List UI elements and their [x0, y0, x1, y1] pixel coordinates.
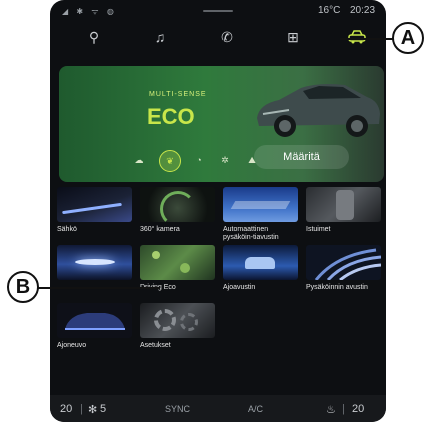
tile-istuimet[interactable]: Istuimet: [306, 187, 381, 234]
parking-assist-thumbnail: [223, 187, 298, 222]
seats-thumbnail: [306, 187, 381, 222]
sport-gauge-icon[interactable]: ◔: [189, 150, 209, 170]
status-bar: ◢ ✱ ᯤ ◍ 16°C 20:23: [50, 0, 386, 20]
outside-temperature: 16°C: [318, 5, 341, 16]
status-signal-icons: ◢ ✱ ᯤ ◍: [62, 7, 117, 16]
define-button[interactable]: Määritä: [254, 145, 349, 169]
drive-mode-title: ECO: [147, 104, 195, 129]
settings-thumbnail: [140, 303, 215, 338]
infotainment-screen: ◢ ✱ ᯤ ◍ 16°C 20:23 ⚲ ♫ ✆ ⊞ MULTI-SENSE E…: [50, 0, 386, 422]
location-pin-icon[interactable]: ⚲: [82, 27, 106, 47]
left-temperature[interactable]: 20: [60, 403, 72, 415]
fan-icon[interactable]: ✻: [88, 403, 97, 416]
parking-sensor-thumbnail: [306, 245, 381, 280]
tile-lights[interactable]: [57, 245, 132, 284]
callout-b: B: [7, 271, 39, 303]
eco-leaf-icon[interactable]: ❦: [159, 150, 181, 172]
tile-360-kamera[interactable]: 360° kamera: [140, 187, 215, 234]
driving-assist-thumbnail: [223, 245, 298, 280]
cloud-icon[interactable]: ☁: [129, 150, 149, 170]
tile-sahko[interactable]: Sähkö: [57, 187, 132, 234]
multi-sense-panel[interactable]: MULTI-SENSE ECO ☁ ❦ ◔ ✲ ⛰ Määritä: [59, 66, 384, 182]
tile-label: Ajoneuvo: [57, 342, 87, 349]
car-illustration: [257, 84, 380, 137]
top-navigation: ⚲ ♫ ✆ ⊞: [50, 22, 386, 52]
tile-pysakoinnin-avustin[interactable]: Pysäköinnin avustin: [306, 245, 381, 292]
sync-button[interactable]: SYNC: [165, 404, 190, 414]
pull-down-handle[interactable]: [203, 10, 233, 12]
tile-label: Istuimet: [306, 226, 331, 233]
vehicle-thumbnail: [57, 303, 132, 338]
tile-driving-eco[interactable]: Driving Eco: [140, 245, 215, 292]
camera-360-thumbnail: [140, 187, 215, 222]
tile-ajoneuvo[interactable]: Ajoneuvo: [57, 303, 132, 350]
tile-asetukset[interactable]: Asetukset: [140, 303, 215, 350]
tile-ajoavustin[interactable]: Ajoavustin: [223, 245, 298, 292]
tile-automaattinen-pysakointiavustin[interactable]: Automaattinen pysäköin-tiavustin: [223, 187, 298, 242]
tile-label: Automaattinen pysäköin-tiavustin: [223, 226, 279, 241]
apps-grid-icon[interactable]: ⊞: [281, 27, 305, 47]
car-icon[interactable]: [345, 27, 369, 47]
seat-heat-icon[interactable]: ♨: [326, 403, 336, 416]
music-note-icon[interactable]: ♫: [148, 27, 172, 47]
settings-gear-icon[interactable]: ✲: [215, 150, 235, 170]
divider: |: [342, 403, 345, 415]
tile-label: Pysäköinnin avustin: [306, 284, 368, 291]
clock: 20:23: [350, 5, 376, 16]
lights-thumbnail: [57, 245, 132, 280]
fan-speed[interactable]: 5: [100, 403, 106, 415]
divider: |: [80, 403, 83, 415]
callout-a-line: [340, 38, 394, 40]
sahko-thumbnail: [57, 187, 132, 222]
callout-a: A: [392, 22, 424, 54]
tile-label: 360° kamera: [140, 226, 180, 233]
tile-label: Ajoavustin: [223, 284, 256, 291]
multi-sense-label: MULTI-SENSE: [149, 91, 207, 98]
tile-label: Asetukset: [140, 342, 171, 349]
climate-bar: 20 | ✻ 5 SYNC A/C ♨ | 20: [50, 395, 386, 422]
driving-eco-thumbnail: [140, 245, 215, 280]
callout-b-line: [38, 287, 160, 289]
phone-icon[interactable]: ✆: [215, 27, 239, 47]
ac-button[interactable]: A/C: [248, 404, 263, 414]
tile-label: Sähkö: [57, 226, 77, 233]
right-temperature[interactable]: 20: [352, 403, 364, 415]
